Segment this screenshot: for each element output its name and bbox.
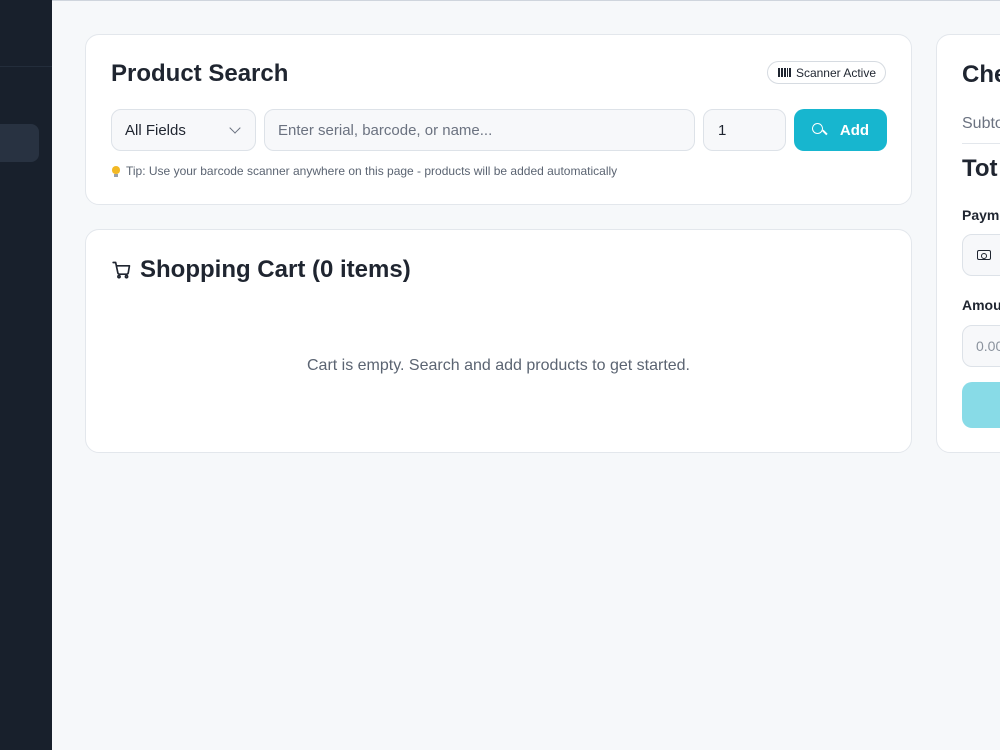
scanner-status-label: Scanner Active	[795, 65, 876, 80]
product-search-title: Product Search	[111, 60, 289, 87]
cart-empty-message: Cart is empty. Search and add products t…	[306, 357, 690, 374]
amount-label: Amou	[962, 297, 1000, 313]
search-field-select-value: All Fields	[125, 121, 186, 139]
sidebar	[0, 0, 52, 750]
complete-sale-button[interactable]	[962, 382, 1000, 428]
sidebar-divider	[0, 66, 52, 67]
quantity-input[interactable]: 1	[703, 109, 786, 151]
product-search-card: Product Search Scanner Active All Fields…	[85, 34, 912, 205]
product-search-input[interactable]: Enter serial, barcode, or name...	[264, 109, 695, 151]
top-border	[52, 0, 1000, 1]
chevron-down-icon	[229, 122, 241, 134]
amount-input[interactable]: 0.00	[962, 325, 1000, 367]
add-button-label: Add	[839, 121, 870, 139]
checkout-card: Che Subto Tot Payme Amou 0.00	[936, 34, 1000, 453]
add-product-button[interactable]: Add	[794, 109, 887, 151]
shopping-cart-card: Shopping Cart (0 items) Cart is empty. S…	[85, 229, 912, 453]
sidebar-item-active[interactable]	[0, 124, 39, 162]
scanner-tip-text: Tip: Use your barcode scanner anywhere o…	[126, 164, 618, 178]
barcode-icon	[778, 68, 791, 77]
scanner-tip: Tip: Use your barcode scanner anywhere o…	[112, 164, 617, 178]
product-search-placeholder: Enter serial, barcode, or name...	[278, 121, 493, 139]
checkout-divider	[962, 143, 1000, 144]
cart-icon	[112, 261, 131, 279]
search-icon	[811, 123, 826, 137]
lightbulb-icon	[112, 165, 120, 177]
total-label: Tot	[962, 155, 998, 182]
shopping-cart-title: Shopping Cart (0 items)	[140, 256, 411, 283]
search-field-select[interactable]: All Fields	[111, 109, 256, 151]
scanner-status-badge: Scanner Active	[767, 61, 886, 84]
quantity-value: 1	[718, 121, 727, 139]
subtotal-label: Subto	[962, 115, 1000, 132]
shopping-cart-header: Shopping Cart (0 items)	[111, 256, 411, 284]
payment-method-option-cash[interactable]	[962, 234, 1000, 276]
cash-icon	[977, 250, 991, 260]
checkout-title: Che	[962, 61, 1000, 88]
payment-method-label: Payme	[962, 207, 1000, 223]
